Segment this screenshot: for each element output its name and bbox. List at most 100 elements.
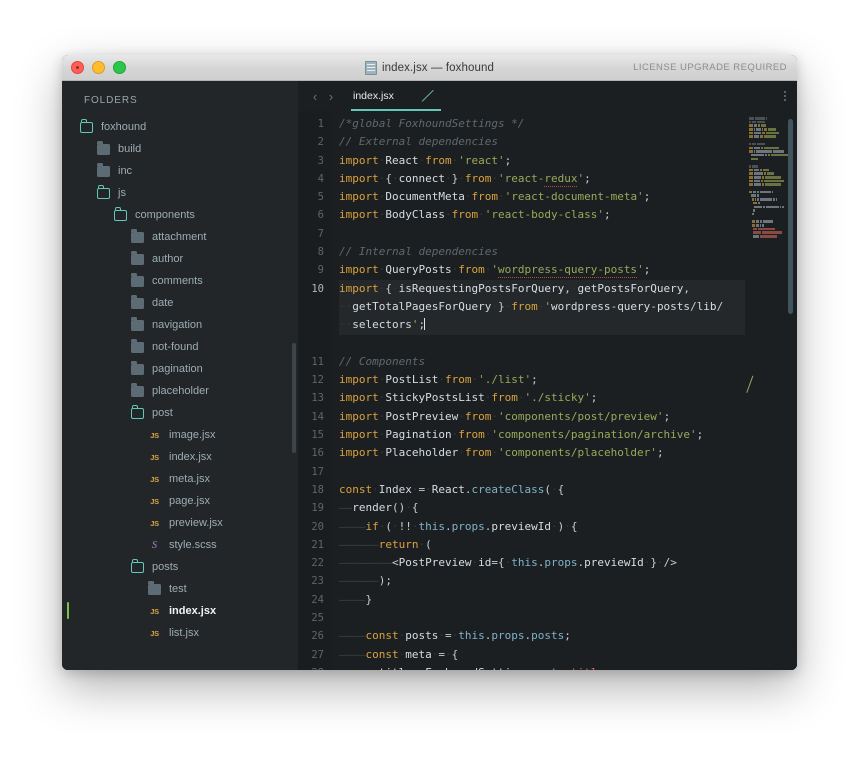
- code-line: // Components: [339, 354, 426, 368]
- line-number: 23: [311, 575, 324, 588]
- line-number: [298, 335, 324, 353]
- folder-open-icon: [97, 185, 110, 199]
- window-body: FOLDERS foxhound build inc js components atta…: [62, 81, 797, 670]
- tree-item-list-jsx[interactable]: JS list.jsx: [62, 622, 298, 644]
- tree-item-label: components: [135, 208, 195, 221]
- tree-item-label: list.jsx: [169, 626, 199, 639]
- folder-closed-icon: [131, 339, 144, 353]
- line-number: 11: [311, 355, 324, 368]
- line-number: 1: [317, 118, 324, 130]
- code-line: ————}: [339, 592, 373, 606]
- tree-item-index-jsx[interactable]: JS index.jsx: [62, 600, 298, 622]
- code-line: ——————);: [339, 574, 392, 588]
- tree-item-label: navigation: [152, 318, 203, 331]
- code-line: /*global FoxhoundSettings */: [339, 117, 525, 130]
- line-number: [298, 316, 324, 334]
- js-file-icon: JS: [150, 628, 159, 638]
- folder-open-icon: [114, 207, 127, 221]
- tree-item-foxhound[interactable]: foxhound: [62, 116, 298, 138]
- tree-item-label: page.jsx: [169, 494, 210, 507]
- tree-item-components[interactable]: components: [62, 204, 298, 226]
- folder-closed-icon: [131, 295, 144, 309]
- tree-item-author[interactable]: author: [62, 248, 298, 270]
- tree-item-image-jsx[interactable]: JS image.jsx: [62, 424, 298, 446]
- code-line: ————const·meta·=·{: [339, 647, 459, 661]
- minimap[interactable]: [745, 111, 797, 670]
- tree-item-label: build: [118, 142, 142, 155]
- code-line: import·PostList·from·'./list';: [339, 373, 538, 387]
- sidebar-scrollbar[interactable]: [292, 343, 296, 453]
- tree-item-post[interactable]: post: [62, 402, 298, 424]
- tree-item-meta-jsx[interactable]: JS meta.jsx: [62, 468, 298, 490]
- line-number: 13: [311, 392, 324, 405]
- code-content[interactable]: /*global FoxhoundSettings */ // External …: [332, 111, 745, 670]
- tree-item-label: index.jsx: [169, 450, 212, 463]
- line-number: 28: [298, 664, 324, 670]
- file-tree[interactable]: foxhound build inc js components attachment au…: [62, 116, 298, 670]
- tree-item-date[interactable]: date: [62, 292, 298, 314]
- tree-item-posts[interactable]: posts: [62, 556, 298, 578]
- tree-item-label: pagination: [152, 362, 203, 375]
- minimap-scrollbar[interactable]: [788, 119, 793, 314]
- line-number: 26: [311, 630, 324, 643]
- code-line: // Internal dependencies: [339, 245, 498, 259]
- tree-item-label: meta.jsx: [169, 472, 210, 485]
- line-number: 3: [317, 154, 324, 167]
- nav-back-icon[interactable]: ‹: [307, 90, 323, 103]
- line-number: 5: [317, 191, 324, 204]
- code-line: import·QueryPosts·from·'wordpress-query-…: [339, 263, 651, 279]
- line-number: 12: [311, 374, 324, 387]
- line-number: 2: [317, 136, 324, 149]
- tree-item-build[interactable]: build: [62, 138, 298, 160]
- code-line: import·React·from·'react';: [339, 153, 512, 167]
- line-number: 21: [311, 538, 324, 551]
- file-icon: [365, 60, 378, 75]
- tree-item-label: image.jsx: [169, 428, 216, 441]
- sidebar-heading: FOLDERS: [84, 95, 138, 106]
- tree-item-attachment[interactable]: attachment: [62, 226, 298, 248]
- tree-item-js[interactable]: js: [62, 182, 298, 204]
- line-number: 9: [317, 264, 324, 277]
- tree-item-placeholder[interactable]: placeholder: [62, 380, 298, 402]
- folder-closed-icon: [148, 581, 161, 595]
- js-file-icon: JS: [150, 452, 159, 462]
- line-number: 19: [311, 502, 324, 515]
- folder-closed-icon: [131, 383, 144, 397]
- line-number: 14: [311, 410, 324, 423]
- tree-item-label: js: [118, 186, 126, 199]
- tree-item-preview-jsx[interactable]: JS preview.jsx: [62, 512, 298, 534]
- tree-item-navigation[interactable]: navigation: [62, 314, 298, 336]
- code-area[interactable]: 1 2 3 4 5 6 7 8 9 10 11 12 13 14 15 16 17 18 19 20 21 22 23 24…: [298, 111, 797, 670]
- folder-closed-icon: [131, 361, 144, 375]
- folder-closed-icon: [97, 163, 110, 177]
- line-number: 18: [311, 483, 324, 496]
- nav-forward-icon[interactable]: ›: [323, 90, 339, 103]
- tree-item-label: preview.jsx: [169, 516, 223, 529]
- code-line: import·StickyPostsList·from·'./sticky';: [339, 391, 598, 405]
- minimap-marker: [746, 375, 763, 397]
- close-button[interactable]: [71, 61, 84, 74]
- editor-pane: ‹ › index.jsx ╱ 1 2 3 4 5 6 7 8 9 10 11 12 13 14 15 16…: [298, 81, 797, 670]
- kebab-menu-icon[interactable]: [784, 91, 786, 101]
- line-number: 16: [311, 447, 324, 460]
- line-number: 4: [317, 172, 324, 185]
- code-line: ————————<PostPreview·id={·this.props.pre…: [339, 556, 677, 570]
- traffic-light-group: [71, 61, 126, 74]
- tree-item-pagination[interactable]: pagination: [62, 358, 298, 380]
- code-line: import·{·isRequestingPostsForQuery,·getP…: [339, 279, 745, 298]
- tree-item-index-jsx[interactable]: JS index.jsx: [62, 446, 298, 468]
- line-number: 6: [317, 209, 324, 222]
- folder-closed-icon: [131, 317, 144, 331]
- tree-item-test[interactable]: test: [62, 578, 298, 600]
- code-line: import·BodyClass·from·'react-body-class'…: [339, 208, 611, 222]
- minimize-button[interactable]: [92, 61, 105, 74]
- tree-item-not-found[interactable]: not-found: [62, 336, 298, 358]
- tree-item-style-scss[interactable]: Sstyle.scss: [62, 534, 298, 556]
- zoom-button[interactable]: [113, 61, 126, 74]
- tree-item-page-jsx[interactable]: JS page.jsx: [62, 490, 298, 512]
- js-file-icon: JS: [150, 496, 159, 506]
- tree-item-inc[interactable]: inc: [62, 160, 298, 182]
- tree-item-comments[interactable]: comments: [62, 270, 298, 292]
- js-file-icon: JS: [150, 430, 159, 440]
- tab-index-jsx[interactable]: index.jsx ╱: [351, 81, 442, 111]
